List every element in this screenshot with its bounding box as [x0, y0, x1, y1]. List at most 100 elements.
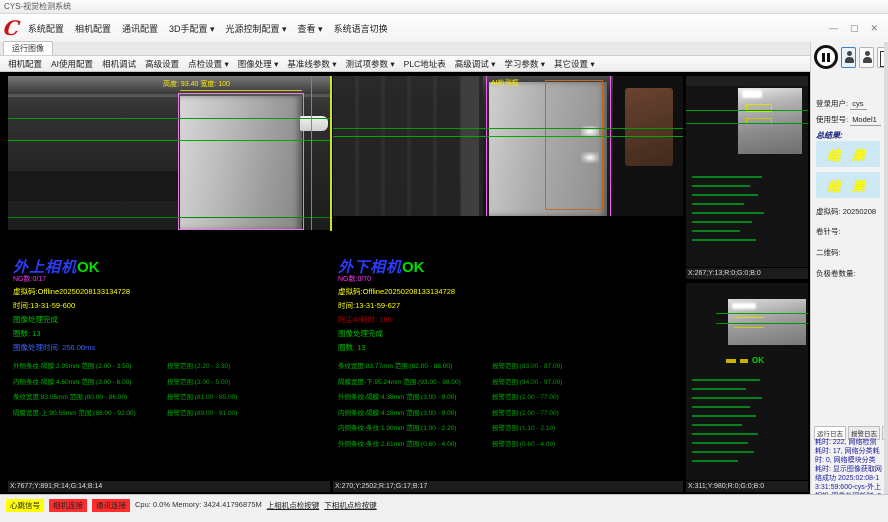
- camera-panel-upper-outer[interactable]: 高度: 93.40 宽度: 100 外上相机OK NG数:0/17 虚拟码:Of…: [8, 76, 330, 492]
- process-done-line: 图像处理完成: [13, 314, 328, 325]
- cursor-coords-middle: X:270;Y:2502;R:17;G:17;B:17: [333, 481, 683, 492]
- toolbar-item[interactable]: 点检设置 ▾: [188, 58, 229, 70]
- camera-image-lower-outer[interactable]: AI检测框: [333, 76, 683, 216]
- mini-text-row: [692, 379, 760, 381]
- toolbar-item[interactable]: 相机配置: [8, 58, 42, 70]
- cursor-coords-left: X:7677;Y:891;R:14;G:14;B:14: [8, 481, 330, 492]
- tab-run-image[interactable]: 运行图像: [3, 41, 53, 55]
- panel-divider: [330, 76, 332, 231]
- menu-item[interactable]: 光源控制配置 ▾: [226, 22, 287, 35]
- login-user-label: 登录用户:: [816, 99, 848, 108]
- ng-count-line: NG数:0/17: [13, 274, 328, 284]
- model-row: 使用型号: Model1: [816, 114, 883, 125]
- measurement-row: 隔膜宽度-下:95.24mm 范围:(93.00 - 98.00) 报警范围:(…: [338, 376, 681, 392]
- mini-text-row: [692, 433, 758, 435]
- process-done-line: 图像处理完成: [338, 328, 681, 339]
- virtual-code-line: 虚拟码:Offline20250208133134728: [338, 286, 681, 297]
- mini-text-row: [692, 203, 744, 205]
- ai-detect-label: AI检测框: [491, 78, 519, 88]
- alarm-range-text: 报警范围:(2.00 - 77.00): [492, 391, 559, 401]
- menu-item[interactable]: 系统配置: [28, 22, 64, 35]
- camera-panel-inner-top[interactable]: X:267;Y:13;R:0;G:0;B:0: [686, 76, 808, 279]
- user-switch-button[interactable]: [859, 47, 874, 68]
- machine-band: [686, 76, 808, 86]
- measurement-text: 外侧条纹-条纹:2.61mm 范围:(0.60 - 4.00): [338, 438, 492, 448]
- mini-yellow-row: [740, 359, 748, 363]
- measurement-text: 内侧条纹-隔膜:4.60mm 范围:(3.00 - 6.00): [13, 376, 167, 386]
- toolbar-item[interactable]: 基准线参数 ▾: [287, 58, 336, 70]
- user-login-button[interactable]: [841, 47, 856, 68]
- measurement-rows: 条纹宽度:83.77mm 范围:(82.00 - 88.00) 报警范围:(83…: [338, 360, 681, 453]
- camera-image-inner-top[interactable]: [686, 76, 808, 267]
- cursor-coords-right-top: X:267;Y:13;R:0;G:0;B:0: [686, 268, 808, 279]
- mini-ok-text: OK: [752, 356, 764, 365]
- mini-text-row: [692, 239, 756, 241]
- pause-button[interactable]: [814, 45, 838, 69]
- close-icon[interactable]: ✕: [870, 23, 878, 34]
- measurement-row: 内侧条纹-隔膜:4.60mm 范围:(3.00 - 6.00) 报警范围:(3.…: [13, 376, 328, 392]
- mini-text-row: [692, 230, 740, 232]
- camera-panel-inner-bottom[interactable]: OK X:311;Y:980;R:0;G:0;B:0: [686, 283, 808, 492]
- camera-image-upper-outer[interactable]: 高度: 93.40 宽度: 100: [8, 76, 330, 230]
- alarm-range-text: 报警范围:(2.20 - 3.30): [167, 360, 230, 370]
- minimize-icon[interactable]: —: [829, 23, 838, 34]
- mini-text-row: [692, 424, 742, 426]
- login-user-row: 登录用户: cys: [816, 98, 883, 109]
- camera-panel-lower-outer[interactable]: AI检测框 外下相机OK NG数:0/70 虚拟码:Offline2025020…: [333, 76, 683, 492]
- toolbar-item[interactable]: 相机调试: [102, 58, 136, 70]
- camera-connect-badge: 相机连接: [49, 499, 87, 512]
- toolbar-item[interactable]: AI使用配置: [51, 58, 93, 70]
- mini-text-row: [692, 388, 746, 390]
- toolbar-item[interactable]: 测试项参数 ▾: [346, 58, 395, 70]
- toolbar-item[interactable]: 图像处理 ▾: [238, 58, 279, 70]
- measure-line-yellow-2: [734, 327, 764, 328]
- roi-rect-magenta: [178, 93, 304, 230]
- toolbar-item[interactable]: PLC地址表: [404, 58, 446, 70]
- mini-yellow-row: [726, 359, 736, 363]
- ng-count-line: NG数:0/70: [338, 274, 681, 284]
- status-bar: 心跳信号 相机连接 通讯连接 Cpu: 0.0% Memory: 3424.41…: [0, 494, 888, 522]
- ai-detect-rect-orange: [545, 80, 603, 210]
- upper-camera-check-button[interactable]: 上相机点检按键: [267, 500, 320, 511]
- menu-item[interactable]: 通讯配置: [122, 22, 158, 35]
- menu-items: 系统配置相机配置通讯配置 3D手配置 ▾ 光源控制配置 ▾ 查看 ▾ 系统语言切换: [28, 22, 399, 35]
- toolbar-item[interactable]: 其它设置 ▾: [554, 58, 595, 70]
- toolbar-item[interactable]: 高级设置: [145, 58, 179, 70]
- tab-strip: 运行图像: [0, 42, 810, 56]
- lower-camera-check-button[interactable]: 下相机点检按键: [324, 500, 377, 511]
- glow-spot-2: [581, 152, 599, 163]
- time-line: 时间:13-31-59-627: [338, 300, 681, 311]
- measurement-text: 隔膜宽度-下:95.24mm 范围:(93.00 - 98.00): [338, 376, 492, 386]
- menu-item[interactable]: 查看 ▾: [298, 22, 323, 35]
- window-title: CYS-视觉检测系统: [4, 1, 71, 12]
- maximize-icon[interactable]: ▢: [850, 23, 859, 34]
- glow-spot: [742, 90, 762, 98]
- lap-count-line: 圈数: 13: [13, 328, 328, 339]
- alarm-range-text: 报警范围:(3.00 - 5.00): [167, 376, 230, 386]
- virtual-code-label: 虚拟码:: [816, 207, 841, 216]
- virtual-code-row: 虚拟码: 20250208: [816, 206, 883, 217]
- menu-bar: C 系统配置相机配置通讯配置3D手配置 ▾光源控制配置 ▾查看 ▾系统语言切换 …: [0, 14, 888, 42]
- roi-line-magenta-left: [486, 76, 487, 216]
- baseline-green-3: [8, 217, 330, 218]
- measurement-row: 外侧条纹-隔膜:2.95mm 范围:(2.00 - 3.50) 报警范围:(2.…: [13, 360, 328, 376]
- process-time-line: 图像处理时间: 256.00ms: [13, 342, 328, 353]
- window-controls: — ▢ ✕: [829, 23, 888, 34]
- menu-item[interactable]: 相机配置: [75, 22, 111, 35]
- baseline-green-2: [8, 140, 330, 141]
- menu-item[interactable]: 3D手配置 ▾: [169, 22, 215, 35]
- measurement-row: 外侧条纹-条纹:2.61mm 范围:(0.60 - 4.00) 报警范围:(0.…: [338, 438, 681, 454]
- baseline-cyan: [311, 76, 312, 230]
- sidebar-scrollbar[interactable]: [884, 42, 888, 494]
- toolbar-item[interactable]: 高级调试 ▾: [455, 58, 496, 70]
- measurement-text: 内侧条纹-隔膜:4.28mm 范围:(3.00 - 9.00): [338, 407, 492, 417]
- mini-text-row: [692, 397, 762, 399]
- cpu-memory-text: Cpu: 0.0% Memory: 3424.41796875M: [135, 500, 262, 509]
- comm-connect-badge: 通讯连接: [92, 499, 130, 512]
- baseline-green-1: [686, 110, 808, 111]
- camera-image-inner-bottom[interactable]: OK: [686, 283, 808, 480]
- alarm-range-text: 报警范围:(89.00 - 91.00): [167, 407, 237, 417]
- menu-item[interactable]: 系统语言切换: [334, 22, 388, 35]
- measurement-row: 隔膜宽度-上:90.56mm 范围:(88.00 - 92.00) 报警范围:(…: [13, 407, 328, 423]
- toolbar-item[interactable]: 学习参数 ▾: [504, 58, 545, 70]
